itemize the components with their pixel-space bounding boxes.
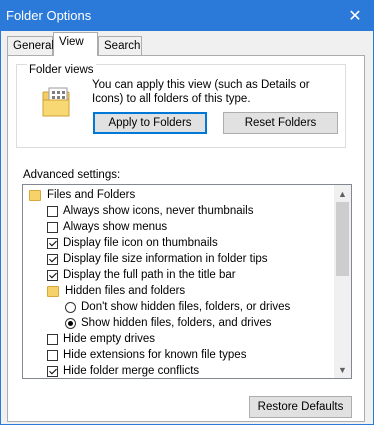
list-item-label: Hide empty drives [63,333,156,345]
list-item-always-show-icons[interactable]: Always show icons, never thumbnails [47,203,253,219]
checkbox[interactable] [47,333,58,345]
list-item-hide-merge-conflicts[interactable]: Hide folder merge conflicts [47,363,200,378]
list-item-hide-empty-drives[interactable]: Hide empty drives [47,331,155,347]
checkbox-checked[interactable] [47,237,58,249]
checkbox-checked[interactable] [47,365,58,377]
list-item-label: Show hidden files, folders, and drives [81,317,272,329]
folder-views-description: You can apply this view (such as Details… [92,79,310,105]
list-item-dont-show-hidden[interactable]: Don't show hidden files, folders, or dri… [65,299,290,315]
list-item-files-and-folders: Files and Folders [29,187,135,203]
apply-to-folders-button[interactable]: Apply to Folders [93,112,207,134]
checkbox-checked[interactable] [47,253,58,265]
list-item-display-full-path[interactable]: Display the full path in the title bar [47,267,236,283]
title-bar: Folder Options ✕ [1,1,373,31]
list-item-label: Always show menus [63,221,168,233]
radio-button[interactable] [65,301,76,313]
folder-views-title: Folder views [27,64,96,76]
list-item-hidden-files: Hidden files and folders [47,283,185,299]
list-item-label: Hide folder merge conflicts [63,365,200,377]
checkbox-checked[interactable] [47,269,58,281]
radio-button-selected[interactable] [65,317,76,329]
scroll-thumb[interactable] [336,202,349,276]
folder-view-icon [42,87,70,117]
restore-defaults-button[interactable]: Restore Defaults [249,396,352,418]
folder-icon [29,189,41,201]
list-item-show-hidden[interactable]: Show hidden files, folders, and drives [65,315,272,331]
list-item-label: Display the full path in the title bar [63,269,236,281]
advanced-settings-list[interactable]: Files and Folders Always show icons, nev… [22,184,352,379]
list-item-hide-extensions[interactable]: Hide extensions for known file types [47,347,246,363]
list-item-always-show-menus[interactable]: Always show menus [47,219,167,235]
list-item-label: Always show icons, never thumbnails [63,205,254,217]
close-icon[interactable]: ✕ [337,1,373,31]
advanced-settings-label: Advanced settings: [23,169,121,181]
list-item-label: Hidden files and folders [65,285,186,297]
list-item-label: Display file size information in folder … [63,253,268,265]
vertical-scrollbar[interactable]: ▲ ▼ [334,185,351,378]
tab-search[interactable]: Search [98,36,142,55]
list-item-display-file-icon[interactable]: Display file icon on thumbnails [47,235,218,251]
reset-folders-button[interactable]: Reset Folders [223,112,338,134]
list-item-label: Display file icon on thumbnails [63,237,218,249]
window-title: Folder Options [6,8,92,23]
tab-view[interactable]: View [53,32,98,56]
scroll-down-icon[interactable]: ▼ [334,361,351,378]
tab-general[interactable]: General [7,36,54,55]
list-item-label: Files and Folders [47,189,136,201]
scroll-up-icon[interactable]: ▲ [334,185,351,202]
checkbox[interactable] [47,221,58,233]
folder-options-dialog: Folder Options ✕ General View Search Fol… [0,0,374,425]
checkbox[interactable] [47,349,58,361]
folder-icon [47,285,59,297]
list-item-display-file-size[interactable]: Display file size information in folder … [47,251,268,267]
checkbox[interactable] [47,205,58,217]
list-item-label: Hide extensions for known file types [63,349,247,361]
list-item-label: Don't show hidden files, folders, or dri… [81,301,291,313]
